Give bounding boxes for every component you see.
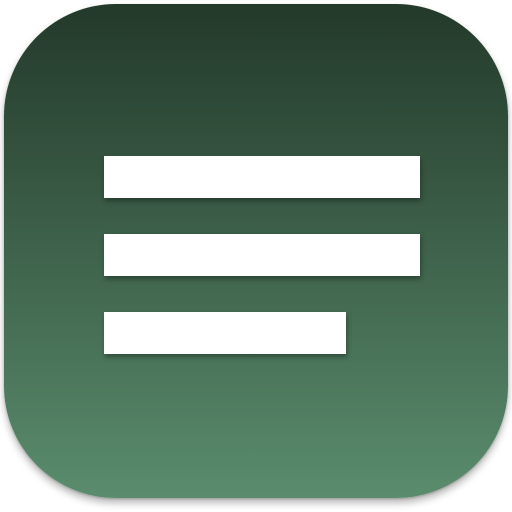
app-icon[interactable] (4, 4, 508, 498)
canvas (0, 0, 512, 512)
text-line-2-icon (104, 234, 420, 276)
text-line-1-icon (104, 156, 420, 198)
text-line-3-icon (104, 312, 346, 354)
